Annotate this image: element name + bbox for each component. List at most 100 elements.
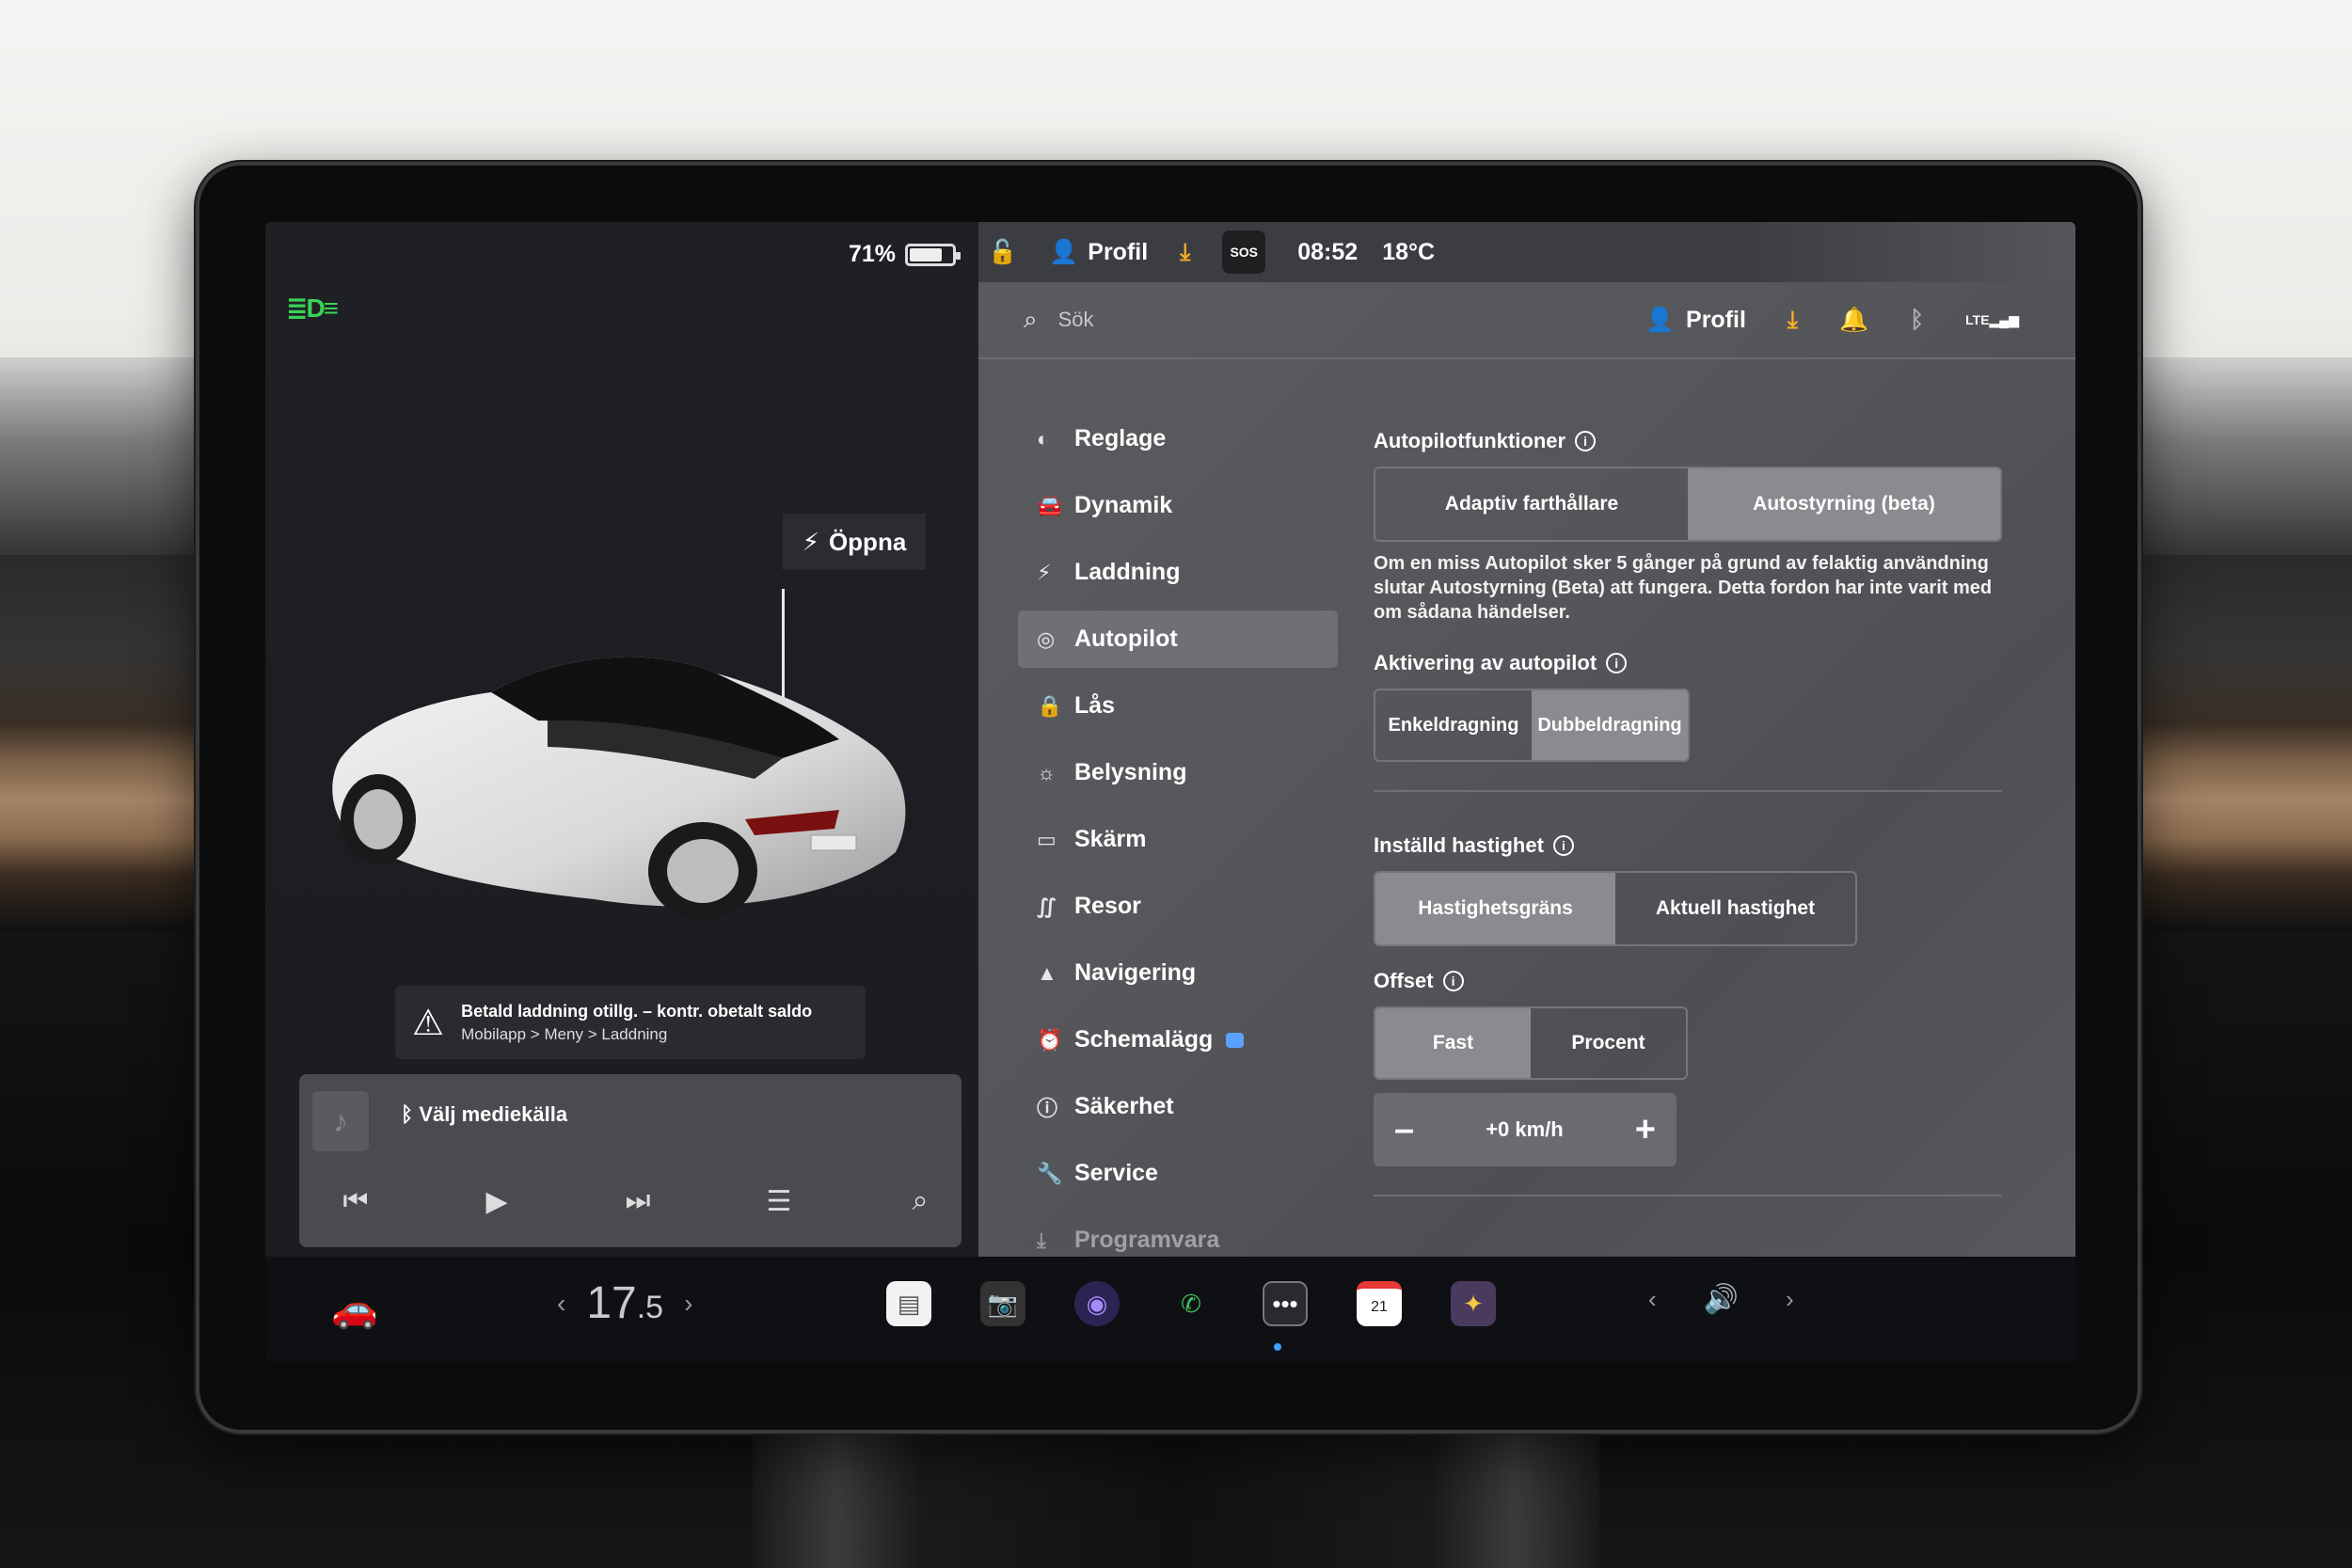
speaker-icon[interactable]: 🔊 (1704, 1283, 1739, 1316)
display-icon: ▭ (1037, 827, 1057, 851)
option-speed-limit[interactable]: Hastighetsgräns (1375, 873, 1615, 944)
phone-app-icon[interactable]: ✆ (1168, 1281, 1214, 1326)
plus-icon[interactable]: + (1635, 1110, 1656, 1150)
lock-icon: 🔒 (1037, 693, 1063, 718)
temp-down-icon[interactable]: ‹ (557, 1289, 565, 1319)
settings-menu: ◐ Reglage 🚘 Dynamik ⚡ Laddning ◎ Autopilot 🔒… (1018, 410, 1338, 1278)
info-icon[interactable]: i (1575, 431, 1597, 451)
offset-stepper: – +0 km/h + (1374, 1093, 1677, 1166)
battery-percent: 71% (849, 241, 897, 267)
clock: 08:52 (1297, 238, 1359, 265)
option-current-speed[interactable]: Aktuell hastighet (1615, 873, 1855, 944)
option-autosteer[interactable]: Autostyrning (beta) (1688, 468, 2000, 540)
status-bar: 🔓 👤 Profil ⤓ SOS 08:52 18°C (978, 222, 2075, 282)
menu-item-reglage[interactable]: ◐ Reglage (1018, 410, 1338, 467)
sos-button[interactable]: SOS (1222, 230, 1266, 274)
menu-item-dynamik[interactable]: 🚘 Dynamik (1018, 477, 1338, 534)
charging-warning[interactable]: ⚠ Betald laddning otillg. – kontr. obeta… (395, 986, 866, 1059)
profile-label: Profil (1686, 306, 1746, 333)
option-fixed[interactable]: Fast (1375, 1008, 1531, 1078)
activation-heading: Aktivering av autopilot i (1374, 651, 2051, 675)
set-speed-selector: Hastighetsgräns Aktuell hastighet (1374, 871, 1857, 946)
autopilot-settings: Autopilotfunktioner i Adaptiv farthållar… (1374, 410, 2051, 1196)
menu-item-sakerhet[interactable]: ⓘ Säkerhet (1018, 1078, 1338, 1135)
vehicle-render[interactable] (312, 617, 952, 956)
search-bar[interactable]: ⌕ Sök 👤 Profil ⤓ 🔔 ᛒ LTE▂▄▆ (978, 282, 2075, 359)
set-speed-heading: Inställd hastighet i (1374, 833, 2051, 858)
menu-item-autopilot[interactable]: ◎ Autopilot (1018, 610, 1338, 668)
info-icon[interactable]: i (1442, 971, 1464, 991)
navigation-icon: ▲ (1037, 960, 1057, 985)
offset-title: Offset (1374, 969, 1434, 992)
volume-up-icon[interactable]: › (1786, 1285, 1794, 1314)
media-source-selector[interactable]: ᛒ Välj mediekälla (401, 1102, 567, 1127)
menu-label: Programvara (1074, 1227, 1220, 1253)
menu-label: Lås (1074, 692, 1116, 719)
temp-up-icon[interactable]: › (684, 1289, 692, 1319)
menu-label: Skärm (1074, 826, 1147, 852)
profile-button[interactable]: 👤 Profil (1645, 307, 1746, 334)
offset-selector: Fast Procent (1374, 1006, 1688, 1080)
calendar-app-icon[interactable]: 21 (1357, 1281, 1402, 1326)
autopilot-strike-description: Om en miss Autopilot sker 5 gånger på gr… (1374, 553, 1993, 623)
menu-label: Reglage (1074, 425, 1167, 451)
camera-app-icon[interactable]: 📷 (980, 1281, 1025, 1326)
bluetooth-icon[interactable]: ᛒ (1910, 307, 1924, 334)
download-icon[interactable]: ⤓ (1788, 307, 1798, 334)
bell-icon[interactable]: 🔔 (1839, 307, 1868, 334)
search-icon: ⌕ (1024, 305, 1038, 333)
previous-track-icon[interactable]: ⏮ (327, 1185, 384, 1218)
set-speed-title: Inställd hastighet (1374, 833, 1544, 857)
menu-label: Laddning (1074, 559, 1181, 585)
lock-icon[interactable]: 🔓 (988, 239, 1017, 266)
toybox-app-icon[interactable]: ✦ (1451, 1281, 1496, 1326)
minus-icon[interactable]: – (1394, 1110, 1414, 1150)
option-adaptive-cruise[interactable]: Adaptiv farthållare (1375, 468, 1688, 540)
bluetooth-icon: ᛒ (401, 1102, 414, 1126)
activation-selector: Enkeldragning Dubbeldragning (1374, 689, 1690, 762)
menu-item-navigering[interactable]: ▲ Navigering (1018, 944, 1338, 1002)
menu-item-las[interactable]: 🔒 Lås (1018, 677, 1338, 735)
map-preview[interactable] (1737, 222, 2075, 282)
next-track-icon[interactable]: ⏭ (610, 1185, 666, 1218)
open-button-label: Öppna (828, 527, 907, 556)
alarm-icon: ⏰ (1037, 1027, 1063, 1052)
media-search-icon[interactable]: ⌕ (892, 1185, 948, 1218)
activation-title: Aktivering av autopilot (1374, 651, 1597, 674)
menu-item-resor[interactable]: ∬ Resor (1018, 878, 1338, 935)
equalizer-icon[interactable]: ☰ (751, 1185, 807, 1218)
media-player: ♪ ᛒ Välj mediekälla ⏮ ▶ ⏭ ☰ ⌕ (299, 1074, 961, 1247)
menu-label: Dynamik (1074, 492, 1173, 518)
offset-value: +0 km/h (1486, 1117, 1564, 1141)
download-icon[interactable]: ⤓ (1180, 239, 1190, 266)
battery-status: 71% (849, 241, 961, 268)
info-icon[interactable]: i (1552, 835, 1574, 856)
volume-down-icon[interactable]: ‹ (1648, 1285, 1657, 1314)
play-icon[interactable]: ▶ (469, 1185, 525, 1218)
more-apps-icon[interactable]: ••• (1263, 1281, 1308, 1326)
car-icon[interactable]: 🚗 (331, 1287, 378, 1331)
menu-item-service[interactable]: 🔧 Service (1018, 1145, 1338, 1202)
option-percent[interactable]: Procent (1531, 1008, 1686, 1078)
sun-icon: ☼ (1037, 760, 1057, 784)
menu-label: Schemalägg (1074, 1026, 1214, 1053)
profile-button-top[interactable]: 👤 Profil (1049, 239, 1148, 266)
menu-item-laddning[interactable]: ⚡ Laddning (1018, 544, 1338, 601)
menu-item-belysning[interactable]: ☼ Belysning (1018, 744, 1338, 801)
menu-label: Resor (1074, 893, 1141, 919)
option-single-pull[interactable]: Enkeldragning (1375, 690, 1532, 760)
info-icon[interactable]: i (1606, 653, 1628, 673)
menu-item-skarm[interactable]: ▭ Skärm (1018, 811, 1338, 868)
lte-signal-icon: LTE▂▄▆ (1965, 311, 2019, 327)
menu-label: Autopilot (1074, 626, 1178, 652)
menu-item-schemalagg[interactable]: ⏰ Schemalägg (1018, 1011, 1338, 1069)
section-divider (1374, 790, 2002, 792)
battery-icon (905, 243, 961, 266)
option-double-pull[interactable]: Dubbeldragning (1532, 690, 1688, 760)
download-icon: ⤓ (1037, 1227, 1046, 1252)
notes-app-icon[interactable]: ▤ (886, 1281, 931, 1326)
dashcam-app-icon[interactable]: ◉ (1074, 1281, 1120, 1326)
music-note-icon: ♪ (312, 1091, 369, 1151)
open-charge-port-button[interactable]: ⚡ Öppna (783, 514, 926, 570)
vehicle-panel: 71% ≣D≡ ⚡ Öppna ⚠ Betald laddning otillg… (265, 222, 978, 1257)
